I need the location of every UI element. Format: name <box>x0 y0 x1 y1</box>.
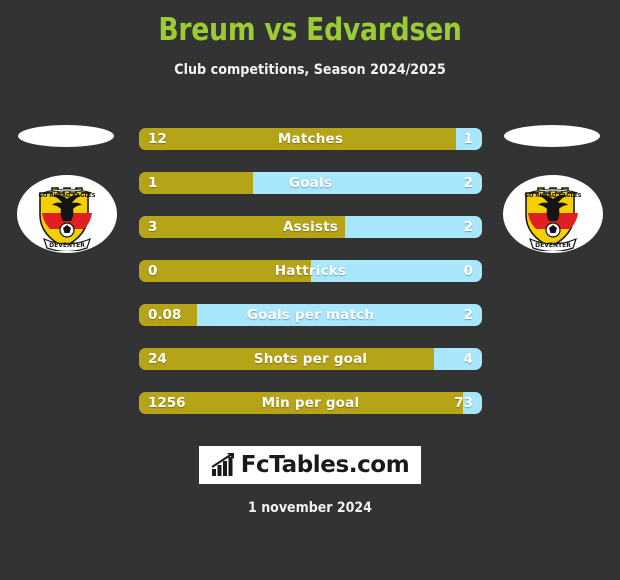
home-team-emblem-area: GO AHEAD EAGLES DEVENTER <box>2 120 132 260</box>
stat-row: 0.08 Goals per match 2 <box>139 304 482 326</box>
away-value: 2 <box>463 219 473 235</box>
home-team-crest: GO AHEAD EAGLES DEVENTER <box>17 175 117 253</box>
svg-text:GO AHEAD EAGLES: GO AHEAD EAGLES <box>524 193 581 199</box>
stat-row: 1256 Min per goal 73 <box>139 392 482 414</box>
fctables-logo-text: FcTables.com <box>240 451 410 478</box>
away-value: 2 <box>463 307 473 323</box>
go-ahead-eagles-crest-icon: GO AHEAD EAGLES DEVENTER <box>524 187 582 251</box>
bar-chart-icon <box>211 453 234 476</box>
fctables-logo[interactable]: FcTables.com <box>199 446 421 484</box>
away-value: 0 <box>463 263 473 279</box>
page-subtitle: Club competitions, Season 2024/2025 <box>174 62 446 78</box>
away-value: 1 <box>463 131 473 147</box>
away-team-placeholder-ellipse <box>504 125 600 147</box>
page-title: Breum vs Edvardsen <box>158 12 462 48</box>
stats-comparison-page: Breum vs Edvardsen Club competitions, Se… <box>0 0 620 580</box>
stats-bar-list: 12 Matches 1 1 Goals 2 3 Assists 2 0 Hattricks 0 0.0… <box>139 128 482 436</box>
stat-label: Min per goal <box>261 395 360 411</box>
away-team-emblem-area: GO AHEAD EAGLES DEVENTER <box>488 120 618 260</box>
stat-label: Assists <box>282 219 339 235</box>
svg-text:DEVENTER: DEVENTER <box>535 242 571 249</box>
home-team-placeholder-ellipse <box>18 125 114 147</box>
stat-label: Hattricks <box>274 263 347 279</box>
away-value: 4 <box>463 351 473 367</box>
stat-label: Matches <box>277 131 344 147</box>
stat-label: Shots per goal <box>253 351 368 367</box>
stat-row: 24 Shots per goal 4 <box>139 348 482 370</box>
stat-row: 3 Assists 2 <box>139 216 482 238</box>
away-value: 2 <box>463 175 473 191</box>
stat-row: 1 Goals 2 <box>139 172 482 194</box>
go-ahead-eagles-crest-icon: GO AHEAD EAGLES DEVENTER <box>38 187 96 251</box>
away-team-crest: GO AHEAD EAGLES DEVENTER <box>503 175 603 253</box>
fctables-logo-inner: FcTables.com <box>211 453 410 477</box>
svg-text:DEVENTER: DEVENTER <box>49 242 85 249</box>
stat-row: 0 Hattricks 0 <box>139 260 482 282</box>
stat-label: Goals <box>288 175 333 191</box>
svg-text:GO AHEAD EAGLES: GO AHEAD EAGLES <box>38 193 95 199</box>
away-value: 73 <box>454 395 473 411</box>
stat-row: 12 Matches 1 <box>139 128 482 150</box>
stat-label: Goals per match <box>246 307 375 323</box>
footer-date: 1 november 2024 <box>248 500 372 516</box>
